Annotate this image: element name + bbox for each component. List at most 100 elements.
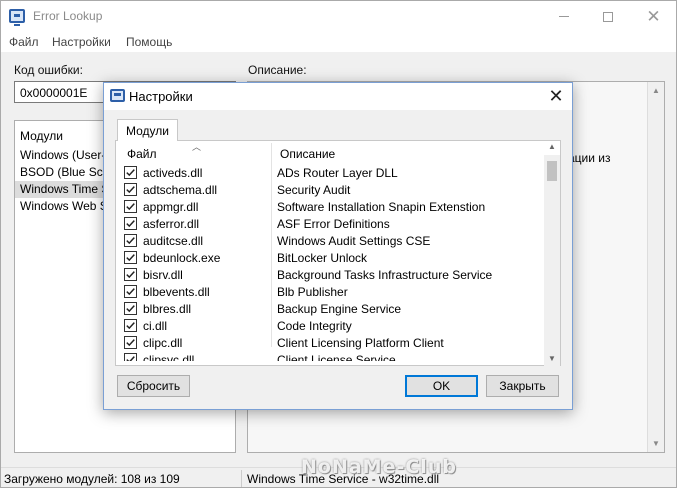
module-file-description: ADs Router Layer DLL bbox=[277, 166, 398, 180]
module-checkbox[interactable] bbox=[124, 234, 137, 247]
module-file-name: asferror.dll bbox=[143, 217, 200, 231]
tab-modules[interactable]: Модули bbox=[117, 119, 178, 141]
module-file-row[interactable]: activeds.dll ADs Router Layer DLL bbox=[116, 165, 548, 182]
checkmark-icon bbox=[126, 186, 135, 194]
dialog-close-button[interactable]: ✕ bbox=[540, 83, 572, 110]
error-code-label: Код ошибки: bbox=[14, 63, 83, 77]
close-button[interactable]: ✕ bbox=[631, 1, 676, 32]
reset-button[interactable]: Сбросить bbox=[117, 375, 190, 397]
module-file-description: Code Integrity bbox=[277, 319, 352, 333]
checkmark-icon bbox=[126, 288, 135, 296]
menu-bar: Файл Настройки Помощь bbox=[1, 32, 676, 52]
modules-list-header: Модули bbox=[20, 129, 63, 143]
module-file-row[interactable]: asferror.dll ASF Error Definitions bbox=[116, 216, 548, 233]
module-file-row[interactable]: ci.dll Code Integrity bbox=[116, 318, 548, 335]
window-title: Error Lookup bbox=[33, 9, 103, 23]
module-file-row[interactable]: bdeunlock.exe BitLocker Unlock bbox=[116, 250, 548, 267]
module-file-name: bdeunlock.exe bbox=[143, 251, 221, 265]
title-bar: Error Lookup ✕ bbox=[1, 1, 676, 32]
scroll-up-icon[interactable]: ▲ bbox=[544, 142, 560, 154]
menu-file[interactable]: Файл bbox=[9, 35, 39, 49]
sort-ascending-icon: ︿ bbox=[192, 142, 202, 152]
module-file-name: bisrv.dll bbox=[143, 268, 183, 282]
checkmark-icon bbox=[126, 339, 135, 347]
checkmark-icon bbox=[126, 322, 135, 330]
module-file-row[interactable]: clipsvc.dll Client License Service bbox=[116, 352, 548, 361]
module-file-row[interactable]: adtschema.dll Security Audit bbox=[116, 182, 548, 199]
module-file-row[interactable]: blbres.dll Backup Engine Service bbox=[116, 301, 548, 318]
close-icon: ✕ bbox=[548, 86, 564, 106]
module-file-name: ci.dll bbox=[143, 319, 168, 333]
module-file-name: blbevents.dll bbox=[143, 285, 210, 299]
module-file-description: Client Licensing Platform Client bbox=[277, 336, 444, 350]
checkmark-icon bbox=[126, 203, 135, 211]
checkmark-icon bbox=[126, 169, 135, 177]
module-checkbox[interactable] bbox=[124, 353, 137, 361]
module-checkbox[interactable] bbox=[124, 302, 137, 315]
description-label: Описание: bbox=[248, 63, 307, 77]
scroll-up-icon[interactable]: ▲ bbox=[648, 82, 664, 99]
maximize-button[interactable] bbox=[585, 1, 630, 32]
app-monitor-icon bbox=[9, 9, 25, 26]
module-checkbox[interactable] bbox=[124, 268, 137, 281]
module-file-name: auditcse.dll bbox=[143, 234, 204, 248]
column-file[interactable]: Файл bbox=[127, 147, 157, 161]
module-checkbox[interactable] bbox=[124, 200, 137, 213]
module-file-name: clipsvc.dll bbox=[143, 353, 195, 361]
dialog-title-bar: Настройки ✕ bbox=[104, 83, 572, 110]
minimize-button[interactable] bbox=[541, 1, 586, 32]
module-checkbox[interactable] bbox=[124, 166, 137, 179]
dialog-monitor-icon bbox=[110, 89, 125, 102]
checkmark-icon bbox=[126, 220, 135, 228]
module-checkbox[interactable] bbox=[124, 336, 137, 349]
minimize-icon bbox=[558, 16, 569, 17]
module-file-description: Backup Engine Service bbox=[277, 302, 402, 316]
module-file-name: appmgr.dll bbox=[143, 200, 199, 214]
module-file-description: Security Audit bbox=[277, 183, 351, 197]
watermark-logo: NoNaMe-Club bbox=[301, 456, 457, 478]
module-file-description: Client License Service bbox=[277, 353, 396, 361]
column-description[interactable]: Описание bbox=[280, 147, 335, 161]
module-file-name: activeds.dll bbox=[143, 166, 203, 180]
scroll-thumb[interactable] bbox=[547, 161, 557, 181]
module-checkbox[interactable] bbox=[124, 285, 137, 298]
module-checkbox[interactable] bbox=[124, 319, 137, 332]
module-file-description: BitLocker Unlock bbox=[277, 251, 368, 265]
module-file-row[interactable]: blbevents.dll Blb Publisher bbox=[116, 284, 548, 301]
list-scrollbar[interactable]: ▲ ▼ bbox=[544, 142, 560, 366]
status-loaded-modules: Загружено модулей: 108 из 109 bbox=[4, 472, 180, 486]
checkmark-icon bbox=[126, 254, 135, 262]
scroll-down-icon[interactable]: ▼ bbox=[544, 354, 560, 366]
module-file-description: Blb Publisher bbox=[277, 285, 348, 299]
module-file-name: blbres.dll bbox=[143, 302, 192, 316]
module-file-description: ASF Error Definitions bbox=[277, 217, 390, 231]
description-scrollbar[interactable]: ▲ ▼ bbox=[647, 82, 664, 452]
close-icon: ✕ bbox=[646, 7, 661, 26]
module-file-name: clipc.dll bbox=[143, 336, 183, 350]
module-checkbox[interactable] bbox=[124, 251, 137, 264]
checkmark-icon bbox=[126, 356, 135, 361]
module-file-name: adtschema.dll bbox=[143, 183, 218, 197]
module-file-row[interactable]: bisrv.dll Background Tasks Infrastructure… bbox=[116, 267, 548, 284]
status-divider bbox=[241, 470, 242, 487]
dialog-title: Настройки bbox=[129, 89, 193, 104]
module-file-row[interactable]: appmgr.dll Software Installation Snapin E… bbox=[116, 199, 548, 216]
module-file-description: Background Tasks Infrastructure Service bbox=[277, 268, 493, 282]
module-checkbox[interactable] bbox=[124, 217, 137, 230]
checkmark-icon bbox=[126, 237, 135, 245]
menu-help[interactable]: Помощь bbox=[126, 35, 172, 49]
checkmark-icon bbox=[126, 271, 135, 279]
checkmark-icon bbox=[126, 305, 135, 313]
module-checkbox[interactable] bbox=[124, 183, 137, 196]
module-file-description: Windows Audit Settings CSE bbox=[277, 234, 431, 248]
close-dialog-button[interactable]: Закрыть bbox=[486, 375, 559, 397]
module-file-row[interactable]: clipc.dll Client Licensing Platform Clien… bbox=[116, 335, 548, 352]
list-header: ︿ Файл Описание bbox=[116, 141, 548, 163]
module-file-list[interactable]: activeds.dll ADs Router Layer DLL adtschem… bbox=[116, 165, 548, 361]
module-file-row[interactable]: auditcse.dll Windows Audit Settings CSE bbox=[116, 233, 548, 250]
modules-tab-panel: ︿ Файл Описание activeds.dll ADs Router L… bbox=[115, 140, 561, 366]
scroll-down-icon[interactable]: ▼ bbox=[648, 435, 664, 452]
menu-settings[interactable]: Настройки bbox=[52, 35, 111, 49]
description-text: ации из bbox=[568, 151, 611, 165]
ok-button[interactable]: OK bbox=[405, 375, 478, 397]
